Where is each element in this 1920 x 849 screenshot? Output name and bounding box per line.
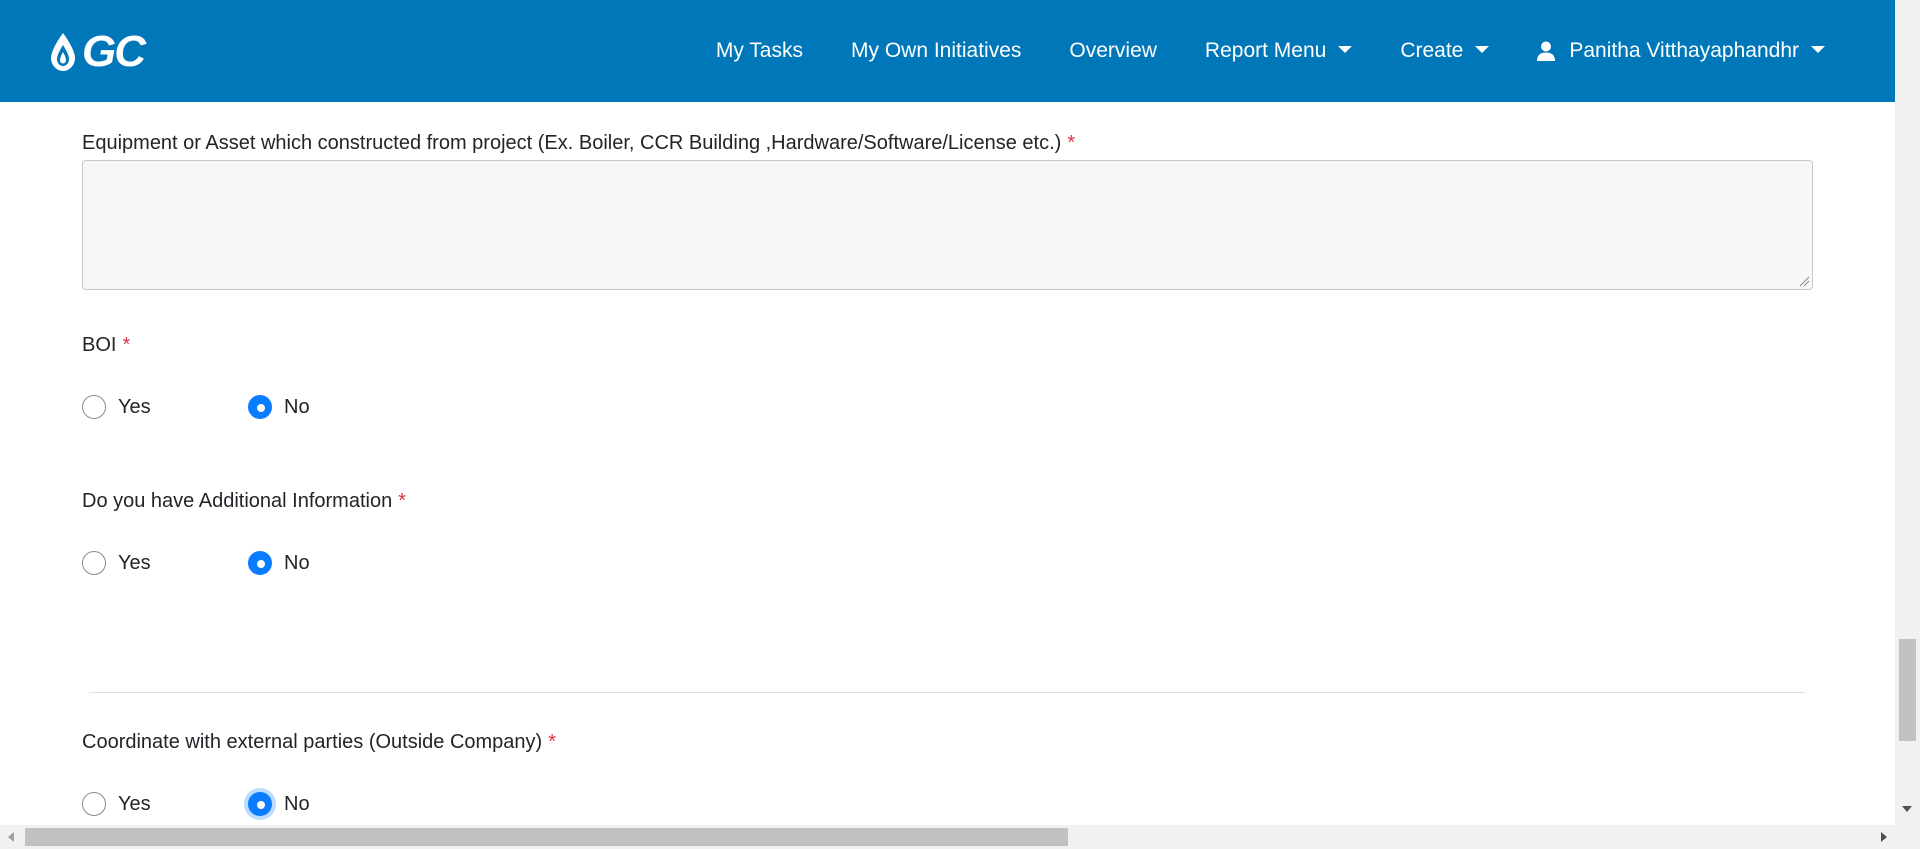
nav-label: My Own Initiatives [851, 39, 1022, 62]
radio-button[interactable] [82, 792, 106, 816]
radio-label: Yes [118, 792, 151, 815]
boi-label-text: BOI [82, 334, 117, 356]
user-name: Panitha Vitthayaphandhr [1569, 39, 1799, 62]
radio-label: No [284, 792, 310, 815]
boi-no-option[interactable]: No [248, 395, 310, 419]
external-parties-label-text: Coordinate with external parties (Outsid… [82, 731, 543, 753]
nav-label: My Tasks [715, 39, 803, 62]
logo-text: GC [82, 27, 146, 76]
nav-label: Report Menu [1204, 39, 1327, 62]
nav-my-tasks[interactable]: My Tasks [716, 39, 803, 63]
scroll-right-arrow-icon[interactable] [1881, 832, 1887, 842]
nav-menu: My Tasks My Own Initiatives Overview Rep… [668, 0, 1825, 102]
boi-label: BOI * [82, 334, 130, 357]
required-mark: * [1067, 132, 1076, 154]
caret-down-icon [1475, 45, 1490, 53]
nav-create-dropdown[interactable]: Create [1400, 39, 1490, 63]
nav-label: Overview [1069, 39, 1157, 62]
external-parties-radio-group: Yes No [82, 792, 310, 816]
equipment-label-text: Equipment or Asset which constructed fro… [82, 132, 1062, 154]
radio-button[interactable] [82, 395, 106, 419]
nav-overview[interactable]: Overview [1069, 39, 1157, 63]
required-mark: * [548, 731, 557, 753]
radio-label: No [284, 551, 310, 574]
gc-logo[interactable]: GC [48, 30, 178, 74]
section-divider [89, 692, 1805, 693]
user-icon [1537, 41, 1556, 61]
horizontal-scrollbar[interactable] [0, 825, 1895, 849]
radio-button[interactable] [82, 551, 106, 575]
scroll-down-arrow-icon[interactable] [1902, 806, 1912, 812]
caret-down-icon [1338, 45, 1353, 53]
scrollbar-corner [1895, 825, 1920, 849]
nav-label: Create [1400, 39, 1464, 62]
radio-button-checked[interactable] [248, 792, 272, 816]
radio-label: Yes [118, 551, 151, 574]
horizontal-scroll-thumb[interactable] [25, 828, 1068, 846]
external-parties-label: Coordinate with external parties (Outsid… [82, 731, 556, 754]
boi-radio-group: Yes No [82, 395, 310, 419]
user-menu-dropdown[interactable]: Panitha Vitthayaphandhr [1537, 39, 1825, 63]
radio-label: Yes [118, 395, 151, 418]
radio-button-checked[interactable] [248, 551, 272, 575]
radio-label: No [284, 395, 310, 418]
additional-info-yes-option[interactable]: Yes [82, 551, 151, 575]
additional-info-label-text: Do you have Additional Information [82, 490, 393, 512]
required-mark: * [398, 490, 406, 512]
equipment-label: Equipment or Asset which constructed fro… [82, 132, 1075, 155]
external-parties-no-option[interactable]: No [248, 792, 310, 816]
form-content: Equipment or Asset which constructed fro… [0, 102, 1895, 825]
nav-report-menu-dropdown[interactable]: Report Menu [1204, 39, 1353, 63]
radio-button-checked[interactable] [248, 395, 272, 419]
scroll-left-arrow-icon[interactable] [8, 832, 14, 842]
vertical-scrollbar[interactable] [1895, 0, 1920, 825]
vertical-scroll-thumb[interactable] [1899, 639, 1916, 741]
external-parties-yes-option[interactable]: Yes [82, 792, 151, 816]
additional-info-label: Do you have Additional Information * [82, 490, 406, 513]
top-navbar: GC My Tasks My Own Initiatives Overview … [0, 0, 1895, 102]
equipment-textarea[interactable] [82, 160, 1813, 290]
boi-yes-option[interactable]: Yes [82, 395, 151, 419]
required-mark: * [122, 334, 131, 356]
additional-info-radio-group: Yes No [82, 551, 310, 575]
resize-grip-icon[interactable] [1798, 275, 1810, 287]
caret-down-icon [1811, 45, 1825, 53]
drop-logo-icon [51, 33, 75, 71]
nav-my-own-initiatives[interactable]: My Own Initiatives [851, 39, 1021, 63]
additional-info-no-option[interactable]: No [248, 551, 310, 575]
